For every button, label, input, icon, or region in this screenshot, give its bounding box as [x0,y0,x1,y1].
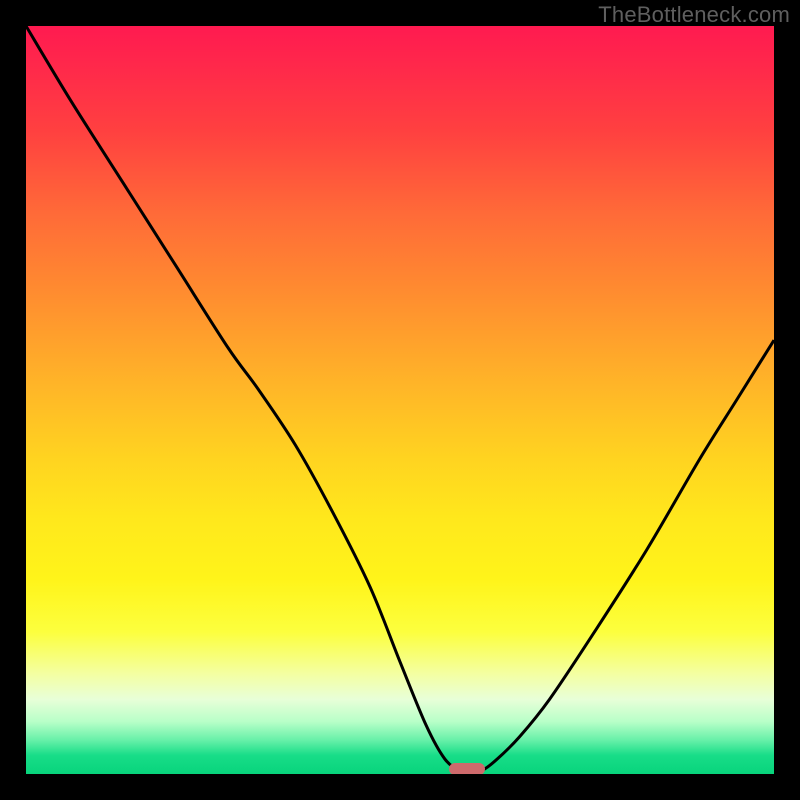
optimal-marker [449,763,485,774]
plot-area [26,26,774,774]
attribution-text: TheBottleneck.com [598,2,790,28]
bottleneck-curve [26,26,774,774]
chart-frame: TheBottleneck.com [0,0,800,800]
curve-path [26,26,774,772]
